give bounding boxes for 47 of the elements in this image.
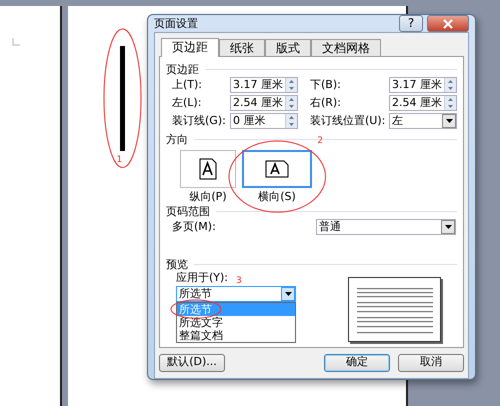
section-title: 预览 bbox=[166, 258, 188, 272]
spinner-icon[interactable] bbox=[444, 78, 456, 92]
spinner-icon[interactable] bbox=[285, 114, 297, 128]
dialog-button[interactable]: 取消 bbox=[398, 354, 464, 372]
spinner-icon[interactable] bbox=[285, 96, 297, 110]
input-field[interactable]: 2.54 厘米 bbox=[230, 95, 298, 112]
tab[interactable]: 页边距 bbox=[161, 38, 219, 58]
close-button[interactable] bbox=[427, 15, 469, 32]
orientation-button[interactable] bbox=[242, 150, 312, 188]
field-label: 装订线(G): bbox=[171, 114, 227, 128]
input-field[interactable]: 2.54 厘米 bbox=[389, 95, 457, 112]
orientation-label: 横向(S) bbox=[258, 190, 296, 203]
field-label: 左(L): bbox=[171, 96, 202, 110]
orientation-button[interactable] bbox=[180, 150, 236, 188]
field-label: 装订线位置(U): bbox=[309, 114, 386, 128]
close-icon bbox=[443, 18, 453, 28]
dialog-button[interactable]: 默认(D)... bbox=[159, 354, 225, 372]
field-label: 右(R): bbox=[309, 96, 342, 110]
field-label: 应用于(Y): bbox=[176, 271, 228, 285]
input-field[interactable]: 0 厘米 bbox=[230, 113, 298, 130]
dropdown-option[interactable]: 所选文字 bbox=[177, 316, 295, 329]
annotation-number: 3 bbox=[236, 276, 242, 286]
field-label: 下(B): bbox=[309, 78, 342, 92]
portrait-page-icon bbox=[199, 158, 217, 180]
orientation-label: 纵向(P) bbox=[189, 190, 227, 203]
input-field[interactable]: 左 bbox=[389, 113, 457, 130]
tab[interactable]: 文档网格 bbox=[311, 39, 381, 56]
annotation-number: 2 bbox=[317, 137, 324, 146]
section-title: 页码范围 bbox=[166, 204, 210, 218]
field-label: 多页(M): bbox=[171, 220, 217, 234]
dropdown-option[interactable]: 整篇文档 bbox=[177, 328, 295, 342]
input-field[interactable]: 所选节 bbox=[176, 286, 296, 302]
spinner-icon[interactable] bbox=[285, 78, 297, 92]
section-title: 页边距 bbox=[166, 63, 199, 77]
help-button[interactable]: ? bbox=[399, 15, 423, 32]
dialog-title: 页面设置 bbox=[154, 16, 198, 30]
input-field[interactable]: 普通 bbox=[316, 218, 456, 235]
input-field[interactable]: 3.17 厘米 bbox=[389, 77, 457, 94]
tab[interactable]: 纸张 bbox=[219, 39, 265, 56]
annotation-number: 1 bbox=[116, 156, 122, 165]
corner-mark-icon bbox=[12, 38, 20, 46]
input-field[interactable]: 3.17 厘米 bbox=[230, 77, 298, 94]
dialog-button[interactable]: 确定 bbox=[324, 354, 390, 372]
tab[interactable]: 版式 bbox=[265, 39, 311, 56]
landscape-page-icon bbox=[265, 160, 289, 178]
section-title: 方向 bbox=[166, 132, 188, 146]
field-label: 上(T): bbox=[171, 78, 204, 92]
